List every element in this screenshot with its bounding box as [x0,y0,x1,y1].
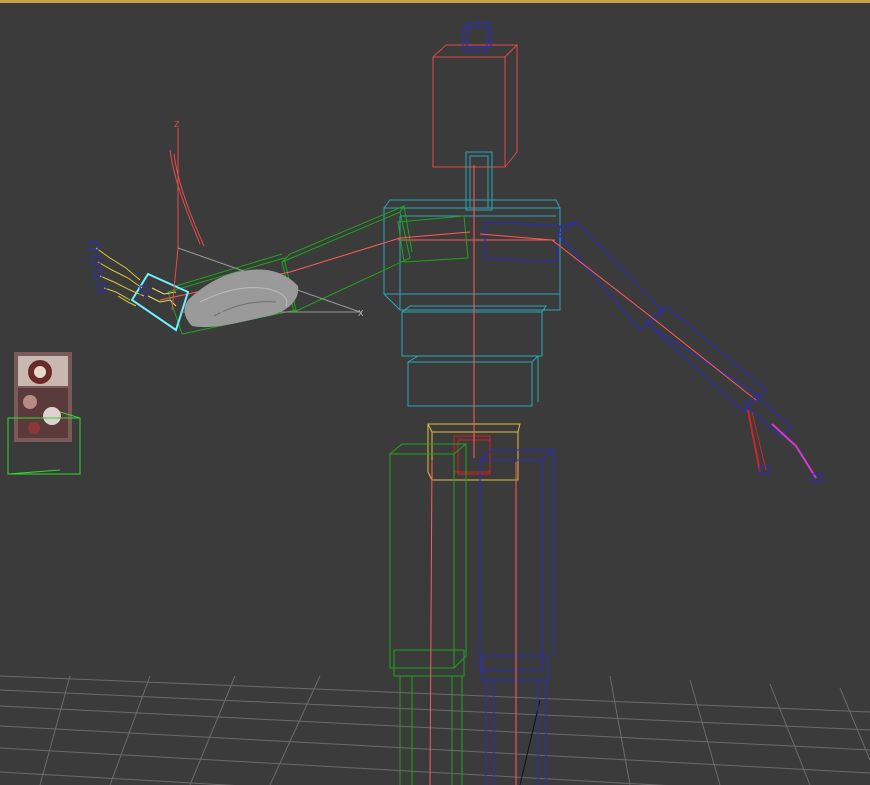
right-forearm-box[interactable] [645,305,767,413]
head-bone-box[interactable] [432,44,519,168]
neck-bone-box[interactable] [465,151,493,211]
texture-helper-object[interactable] [14,352,72,442]
right-arm-bone-line [479,233,757,401]
left-thigh-box[interactable] [389,443,468,785]
ground-grid [0,675,870,785]
gizmo-z-label: Z [174,120,180,129]
right-hand-bones[interactable] [743,395,823,483]
left-upper-arm-box[interactable] [281,204,469,313]
gizmo-x-label: X [358,309,364,318]
right-upper-arm-box[interactable] [483,221,665,331]
3d-perspective-viewport[interactable]: Z X [0,0,870,785]
head-nub-box[interactable] [462,22,492,52]
spine-chest-box[interactable] [383,199,561,311]
left-finger-bones[interactable] [95,247,145,307]
leg-bone-lines [429,459,517,785]
viewport-scene[interactable]: Z X [0,0,870,785]
right-thigh-box[interactable] [479,449,556,785]
pelvis-center-box[interactable] [453,435,491,475]
